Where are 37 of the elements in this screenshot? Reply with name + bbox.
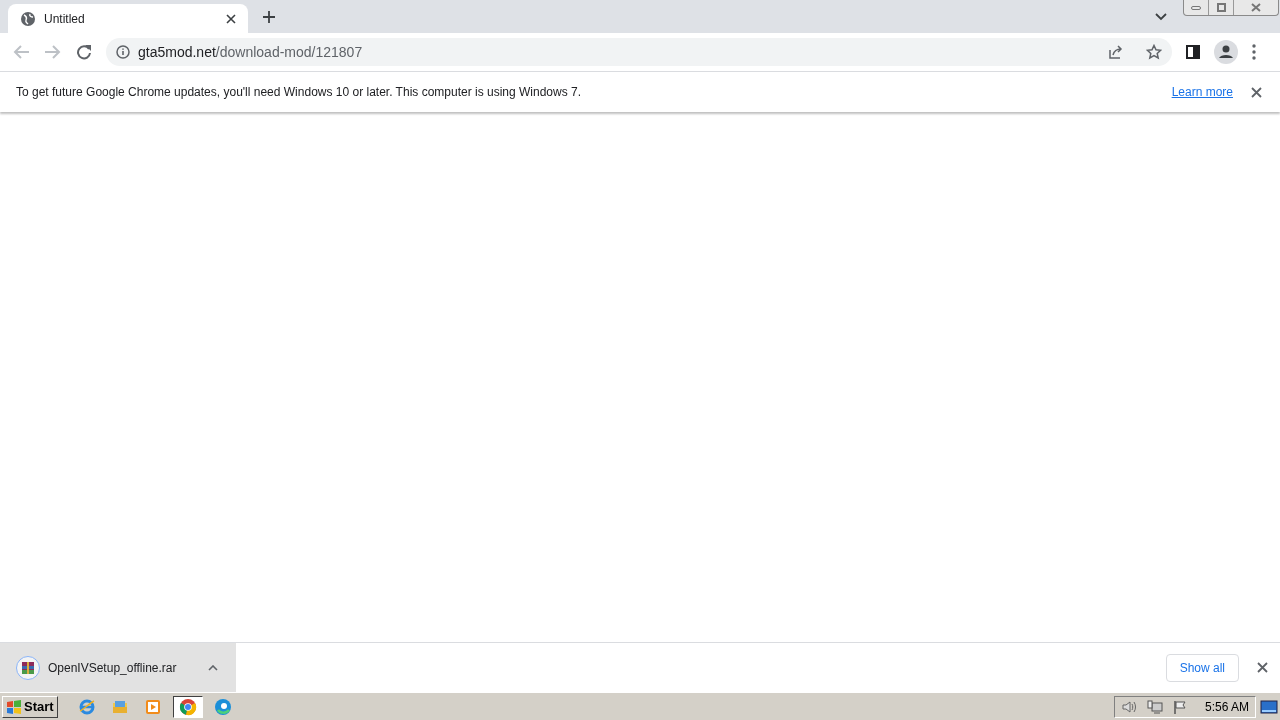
new-tab-icon[interactable]: [263, 11, 275, 23]
tab-title: Untitled: [44, 10, 86, 28]
show-all-button[interactable]: Show all: [1165, 653, 1239, 682]
menu-icon[interactable]: [1252, 44, 1256, 60]
edge-icon: [213, 697, 232, 716]
caret-icon[interactable]: [208, 664, 218, 671]
url-text: gta5mod.net/download-mod/121807: [138, 42, 364, 62]
clock: 5:56 AM: [1204, 698, 1249, 716]
ie-icon: [77, 697, 96, 716]
close-icon[interactable]: [1257, 662, 1268, 673]
share-icon[interactable]: [1108, 44, 1124, 60]
show-desktop-icon[interactable]: [1260, 698, 1278, 715]
side-panel-icon[interactable]: [1186, 45, 1200, 59]
close-icon[interactable]: [226, 13, 236, 24]
address-bar[interactable]: gta5mod.net/download-mod/121807: [106, 38, 1172, 66]
download-item[interactable]: OpenIVSetup_offline.rar: [0, 643, 236, 692]
chevron-icon[interactable]: [1155, 13, 1167, 21]
chrome-icon: [178, 697, 197, 716]
close-icon[interactable]: [1251, 86, 1262, 98]
globe-icon: [20, 10, 36, 27]
reload-icon[interactable]: [76, 44, 92, 60]
profile-icon[interactable]: [1214, 40, 1238, 64]
start-button[interactable]: Start: [2, 695, 58, 718]
file-name: OpenIVSetup_offline.rar: [48, 659, 178, 677]
browser-tab[interactable]: Untitled: [8, 4, 248, 33]
windows-logo-icon: [6, 698, 22, 715]
infobar-message: To get future Google Chrome updates, you'll need Windows 10 or later. This computer is using Windows 7.: [16, 84, 583, 101]
taskbar-button[interactable]: [172, 695, 203, 718]
speaker-icon[interactable]: [1120, 699, 1137, 714]
star-icon[interactable]: [1146, 44, 1162, 60]
close-icon: [1251, 3, 1261, 12]
learn-more-link[interactable]: Learn more: [1171, 83, 1233, 101]
network-icon[interactable]: [1146, 699, 1163, 714]
info-icon[interactable]: [116, 45, 130, 59]
archive-icon: [16, 655, 40, 680]
flag-icon[interactable]: [1172, 699, 1187, 714]
media-player-icon: [143, 697, 162, 716]
